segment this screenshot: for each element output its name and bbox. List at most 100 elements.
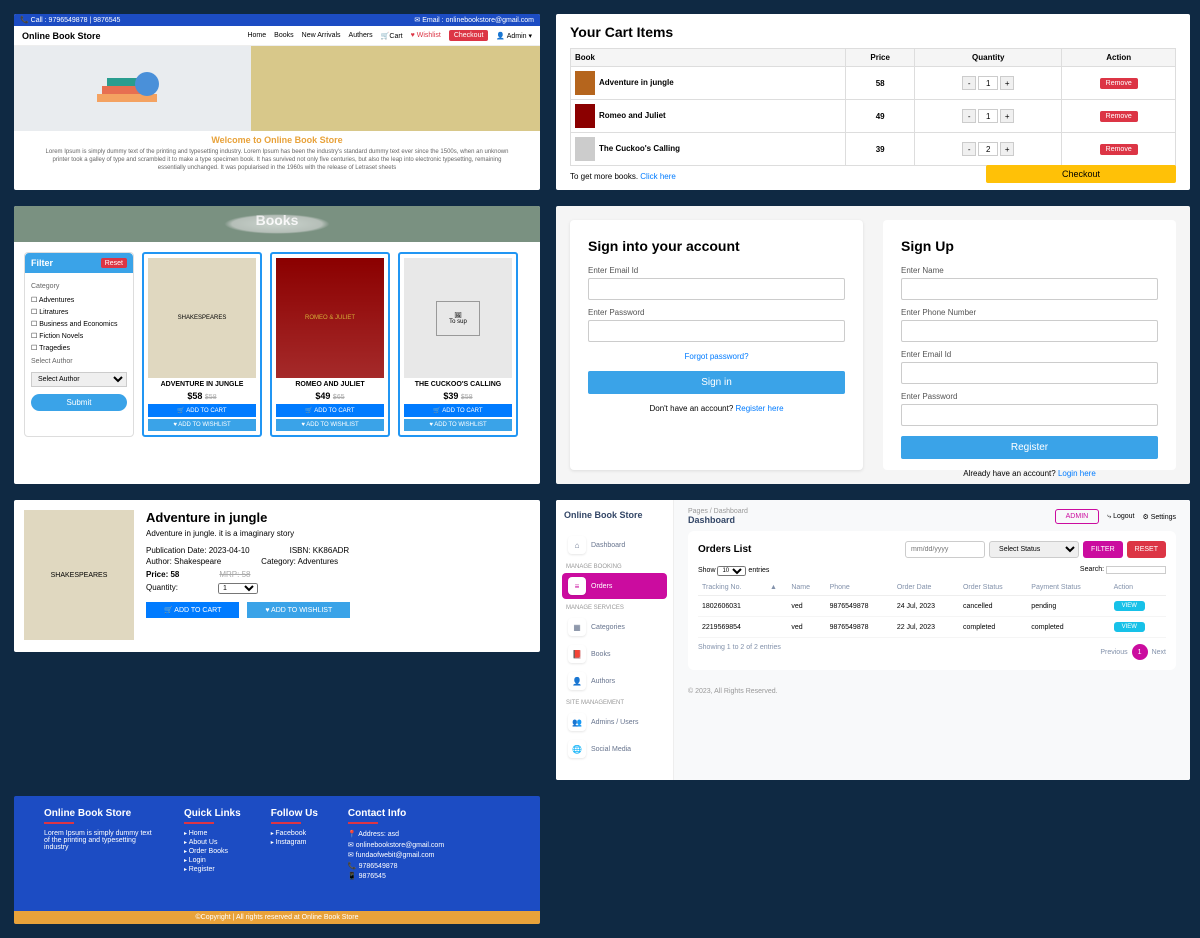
reset-button[interactable]: RESET — [1127, 541, 1166, 558]
add-to-wishlist-button[interactable]: ♥ ADD TO WISHLIST — [404, 419, 512, 431]
add-to-wishlist-button[interactable]: ♥ ADD TO WISHLIST — [247, 602, 350, 618]
footer-link[interactable]: Home — [184, 830, 241, 837]
nav-newarrivals[interactable]: New Arrivals — [302, 32, 341, 39]
sidebar-item-admins[interactable]: 👥Admins / Users — [562, 709, 667, 735]
col-payment[interactable]: Payment Status — [1027, 580, 1109, 596]
remove-button[interactable]: Remove — [1100, 111, 1138, 122]
sidebar-item-categories[interactable]: ▦Categories — [562, 614, 667, 640]
nav-books[interactable]: Books — [274, 32, 293, 39]
book-cover[interactable]: ROMEO & JULIET — [276, 258, 384, 378]
login-link[interactable]: Login here — [1058, 469, 1096, 478]
footer-link[interactable]: Register — [184, 866, 241, 873]
qty-plus-button[interactable]: + — [1000, 109, 1014, 123]
cat-checkbox[interactable]: ☐ Fiction Novels — [31, 330, 127, 342]
book-title: THE CUCKOO'S CALLING — [404, 381, 512, 388]
footer-link[interactable]: Facebook — [271, 830, 318, 837]
nav-cart[interactable]: 🛒Cart — [381, 32, 403, 40]
phone-input[interactable] — [901, 320, 1158, 342]
date-input[interactable] — [905, 541, 985, 558]
footer-link[interactable]: About Us — [184, 839, 241, 846]
add-to-cart-button[interactable]: 🛒 ADD TO CART — [148, 404, 256, 417]
col-tracking[interactable]: Tracking No. — [698, 580, 766, 596]
search-input[interactable] — [1106, 566, 1166, 574]
page-number[interactable]: 1 — [1132, 644, 1148, 660]
click-here-link[interactable]: Click here — [640, 172, 676, 181]
qty-input[interactable] — [978, 109, 998, 123]
book-title: The Cuckoo's Calling — [599, 144, 680, 153]
checkout-button[interactable]: Checkout — [986, 165, 1176, 183]
email-input[interactable] — [901, 362, 1158, 384]
settings-link[interactable]: ⚙ Settings — [1142, 513, 1176, 521]
qty-minus-button[interactable]: - — [962, 109, 976, 123]
book-cover-image: SHAKESPEARES — [24, 510, 134, 640]
nav-home[interactable]: Home — [247, 32, 266, 39]
book-title: ROMEO AND JULIET — [276, 381, 384, 388]
nav-wishlist[interactable]: ♥ Wishlist — [411, 32, 441, 39]
name-input[interactable] — [901, 278, 1158, 300]
pub-date: Publication Date: 2023-04-10 — [146, 546, 250, 555]
footer-link[interactable]: Order Books — [184, 848, 241, 855]
nav-authors[interactable]: Authers — [349, 32, 373, 39]
email-label: Enter Email Id — [588, 266, 845, 275]
checkout-button[interactable]: Checkout — [449, 30, 489, 41]
homepage-panel: 📞 Call : 9796549878 | 9876545 ✉ Email : … — [14, 14, 540, 190]
view-button[interactable]: VIEW — [1114, 601, 1145, 611]
filter-button[interactable]: FILTER — [1083, 541, 1123, 558]
remove-button[interactable]: Remove — [1100, 144, 1138, 155]
cat-checkbox[interactable]: ☐ Tragedies — [31, 342, 127, 354]
register-button[interactable]: Register — [901, 436, 1158, 459]
cat-checkbox[interactable]: ☐ Adventures — [31, 294, 127, 306]
next-button[interactable]: Next — [1152, 649, 1166, 656]
sidebar-item-books[interactable]: 📕Books — [562, 641, 667, 667]
book-cover[interactable]: SHAKESPEARES — [148, 258, 256, 378]
logout-link[interactable]: ⤷ Logout — [1107, 513, 1134, 521]
password-input[interactable] — [588, 320, 845, 342]
nav-admin[interactable]: 👤 Admin ▾ — [496, 32, 532, 40]
entries-select[interactable]: 10 — [717, 566, 746, 576]
qty-plus-button[interactable]: + — [1000, 76, 1014, 90]
submit-button[interactable]: Submit — [31, 394, 127, 411]
globe-icon: 🌐 — [568, 740, 586, 758]
book-price: 39 — [876, 145, 885, 154]
qty-input[interactable] — [978, 76, 998, 90]
qty-select[interactable]: 1 — [218, 583, 258, 594]
sidebar-item-authors[interactable]: 👤Authors — [562, 668, 667, 694]
qty-minus-button[interactable]: - — [962, 142, 976, 156]
add-to-wishlist-button[interactable]: ♥ ADD TO WISHLIST — [276, 419, 384, 431]
admin-button[interactable]: ADMIN — [1055, 509, 1100, 524]
add-to-wishlist-button[interactable]: ♥ ADD TO WISHLIST — [148, 419, 256, 431]
cat-checkbox[interactable]: ☐ Litratures — [31, 306, 127, 318]
sidebar-item-orders[interactable]: ≡Orders — [562, 573, 667, 599]
footer-heading: Quick Links — [184, 808, 241, 819]
book-cover[interactable]: 🖼To sup — [404, 258, 512, 378]
signin-button[interactable]: Sign in — [588, 371, 845, 394]
add-to-cart-button[interactable]: 🛒 ADD TO CART — [404, 404, 512, 417]
author-select[interactable]: Select Author — [31, 372, 127, 387]
col-name[interactable]: Name — [787, 580, 825, 596]
password-input[interactable] — [901, 404, 1158, 426]
status-select[interactable]: Select Status — [989, 541, 1079, 558]
sidebar-item-dashboard[interactable]: ⌂Dashboard — [562, 532, 667, 558]
password-label: Enter Password — [901, 392, 1158, 401]
qty-input[interactable] — [978, 142, 998, 156]
register-link[interactable]: Register here — [736, 404, 784, 413]
reset-button[interactable]: Reset — [101, 258, 127, 268]
footer-link[interactable]: Instagram — [271, 839, 318, 846]
detail-panel: SHAKESPEARES Adventure in jungle Adventu… — [14, 500, 540, 652]
view-button[interactable]: VIEW — [1114, 622, 1145, 632]
qty-minus-button[interactable]: - — [962, 76, 976, 90]
add-to-cart-button[interactable]: 🛒 ADD TO CART — [146, 602, 239, 618]
contact-phone: 📞 9786549878 — [348, 862, 444, 873]
qty-plus-button[interactable]: + — [1000, 142, 1014, 156]
remove-button[interactable]: Remove — [1100, 78, 1138, 89]
col-date[interactable]: Order Date — [893, 580, 959, 596]
prev-button[interactable]: Previous — [1100, 649, 1127, 656]
col-status[interactable]: Order Status — [959, 580, 1027, 596]
col-phone[interactable]: Phone — [826, 580, 893, 596]
email-input[interactable] — [588, 278, 845, 300]
sidebar-item-social[interactable]: 🌐Social Media — [562, 736, 667, 762]
footer-link[interactable]: Login — [184, 857, 241, 864]
cat-checkbox[interactable]: ☐ Business and Economics — [31, 318, 127, 330]
add-to-cart-button[interactable]: 🛒 ADD TO CART — [276, 404, 384, 417]
forgot-password-link[interactable]: Forgot password? — [588, 352, 845, 361]
